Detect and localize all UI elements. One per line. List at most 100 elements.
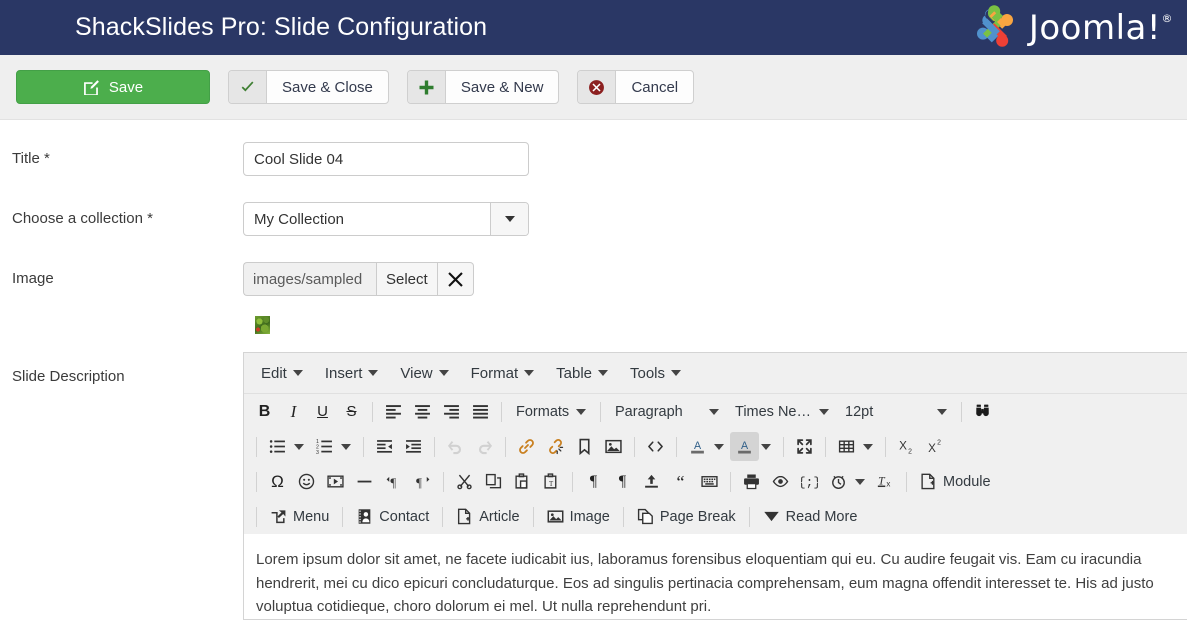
menu-edit[interactable]: Edit [252, 361, 312, 386]
datetime-chevron-down-icon[interactable] [855, 478, 865, 485]
paste-as-text-icon[interactable]: T [537, 467, 566, 496]
show-invisible-characters-icon[interactable]: ¶ [608, 467, 637, 496]
cancel-button[interactable]: Cancel [577, 70, 695, 104]
strikethrough-icon[interactable]: S [337, 397, 366, 426]
insert-menu-button[interactable]: Menu [263, 502, 336, 531]
insert-image-icon[interactable] [599, 432, 628, 461]
menu-view[interactable]: View [391, 361, 457, 386]
font-size-dropdown[interactable]: 12pt [837, 397, 955, 426]
image-path-input[interactable]: images/sampled [243, 262, 376, 296]
insert-table-icon[interactable] [832, 432, 861, 461]
special-character-omega-icon[interactable]: Ω [263, 467, 292, 496]
field-row-collection: Choose a collection * My Collection [0, 202, 1187, 236]
redo-icon[interactable] [470, 432, 499, 461]
separator [572, 471, 573, 492]
bullet-list-chevron-down-icon[interactable] [294, 443, 304, 450]
align-justify-icon[interactable] [466, 397, 495, 426]
editor-toolbar-row-4: Menu Contact Article Image Page Break Re… [244, 499, 1187, 534]
image-clear-icon[interactable] [437, 262, 474, 296]
file-upload-icon[interactable] [637, 467, 666, 496]
superscript-icon[interactable]: X2 [921, 432, 950, 461]
editor-toolbar-row-1: B I U S Formats Paragraph Times Ne… 12pt [244, 394, 1187, 429]
paste-icon[interactable] [508, 467, 537, 496]
save-close-label: Save & Close [282, 78, 373, 96]
block-format-dropdown[interactable]: Paragraph [607, 397, 727, 426]
save-close-button[interactable]: Save & Close [228, 70, 389, 104]
bold-icon[interactable]: B [250, 397, 279, 426]
menu-view-label: View [400, 364, 433, 382]
text-color-chevron-down-icon[interactable] [714, 443, 724, 450]
slide-form: Title * Choose a collection * My Collect… [0, 120, 1187, 620]
blockquote-icon[interactable]: “ [666, 467, 695, 496]
insert-datetime-clock-icon[interactable] [824, 467, 853, 496]
print-icon[interactable] [737, 467, 766, 496]
source-code-icon[interactable] [641, 432, 670, 461]
collection-select[interactable]: My Collection [243, 202, 529, 236]
subscript-icon[interactable]: X2 [892, 432, 921, 461]
insert-link-icon[interactable] [512, 432, 541, 461]
underline-icon[interactable]: U [308, 397, 337, 426]
align-right-icon[interactable] [437, 397, 466, 426]
editor-content-area[interactable]: Lorem ipsum dolor sit amet, ne facete iu… [244, 534, 1187, 619]
bullet-list-icon[interactable] [263, 432, 292, 461]
keyboard-template-icon[interactable] [695, 467, 724, 496]
chevron-down-icon[interactable] [490, 203, 528, 235]
background-color-icon[interactable]: A [730, 432, 759, 461]
horizontal-rule-icon[interactable] [350, 467, 379, 496]
svg-text:2: 2 [937, 439, 941, 446]
svg-text:x: x [886, 479, 890, 488]
formats-dropdown[interactable]: Formats [508, 397, 594, 426]
search-replace-binoculars-icon[interactable] [968, 397, 997, 426]
menu-share-icon [271, 510, 286, 524]
show-blocks-paragraph-icon[interactable]: ¶ [579, 467, 608, 496]
fullscreen-icon[interactable] [790, 432, 819, 461]
contact-card-icon [358, 509, 371, 524]
numbered-list-icon[interactable]: 123 [310, 432, 339, 461]
insert-module-button[interactable]: Module [913, 467, 998, 496]
separator [363, 436, 364, 457]
insert-page-break-button[interactable]: Page Break [630, 502, 743, 531]
table-chevron-down-icon[interactable] [863, 443, 873, 450]
separator [256, 436, 257, 457]
emoticon-icon[interactable] [292, 467, 321, 496]
svg-text:A: A [694, 440, 702, 452]
menu-table[interactable]: Table [547, 361, 617, 386]
separator [961, 401, 962, 422]
undo-icon[interactable] [441, 432, 470, 461]
page-title: ShackSlides Pro: Slide Configuration [75, 13, 488, 41]
ltr-direction-icon[interactable]: ¶ [379, 467, 408, 496]
cut-scissors-icon[interactable] [450, 467, 479, 496]
unlink-icon[interactable] [541, 432, 570, 461]
chevron-down-icon [598, 370, 608, 376]
text-color-icon[interactable]: A [683, 432, 712, 461]
menu-format[interactable]: Format [462, 361, 544, 386]
image-select-button[interactable]: Select [376, 262, 438, 296]
insert-image-label: Image [569, 508, 610, 525]
save-button[interactable]: Save [16, 70, 210, 104]
align-left-icon[interactable] [379, 397, 408, 426]
rtl-direction-icon[interactable]: ¶ [408, 467, 437, 496]
font-family-dropdown[interactable]: Times Ne… [727, 397, 837, 426]
remove-format-icon[interactable]: Tx [871, 467, 900, 496]
insert-article-button[interactable]: Article [449, 502, 526, 531]
insert-read-more-button[interactable]: Read More [756, 502, 865, 531]
title-input[interactable] [243, 142, 529, 176]
insert-media-icon[interactable] [321, 467, 350, 496]
copy-icon[interactable] [479, 467, 508, 496]
insert-contact-button[interactable]: Contact [349, 502, 436, 531]
preview-eye-icon[interactable] [766, 467, 795, 496]
background-color-chevron-down-icon[interactable] [761, 443, 771, 450]
menu-tools[interactable]: Tools [621, 361, 690, 386]
save-new-button[interactable]: Save & New [406, 70, 560, 104]
outdent-icon[interactable] [370, 432, 399, 461]
separator [730, 471, 731, 492]
italic-icon[interactable]: I [279, 397, 308, 426]
insert-image-button[interactable]: Image [540, 502, 617, 531]
anchor-bookmark-icon[interactable] [570, 432, 599, 461]
indent-icon[interactable] [399, 432, 428, 461]
chevron-down-icon [576, 408, 586, 415]
code-sample-icon[interactable]: {;} [795, 467, 824, 496]
menu-insert[interactable]: Insert [316, 361, 388, 386]
numbered-list-chevron-down-icon[interactable] [341, 443, 351, 450]
align-center-icon[interactable] [408, 397, 437, 426]
